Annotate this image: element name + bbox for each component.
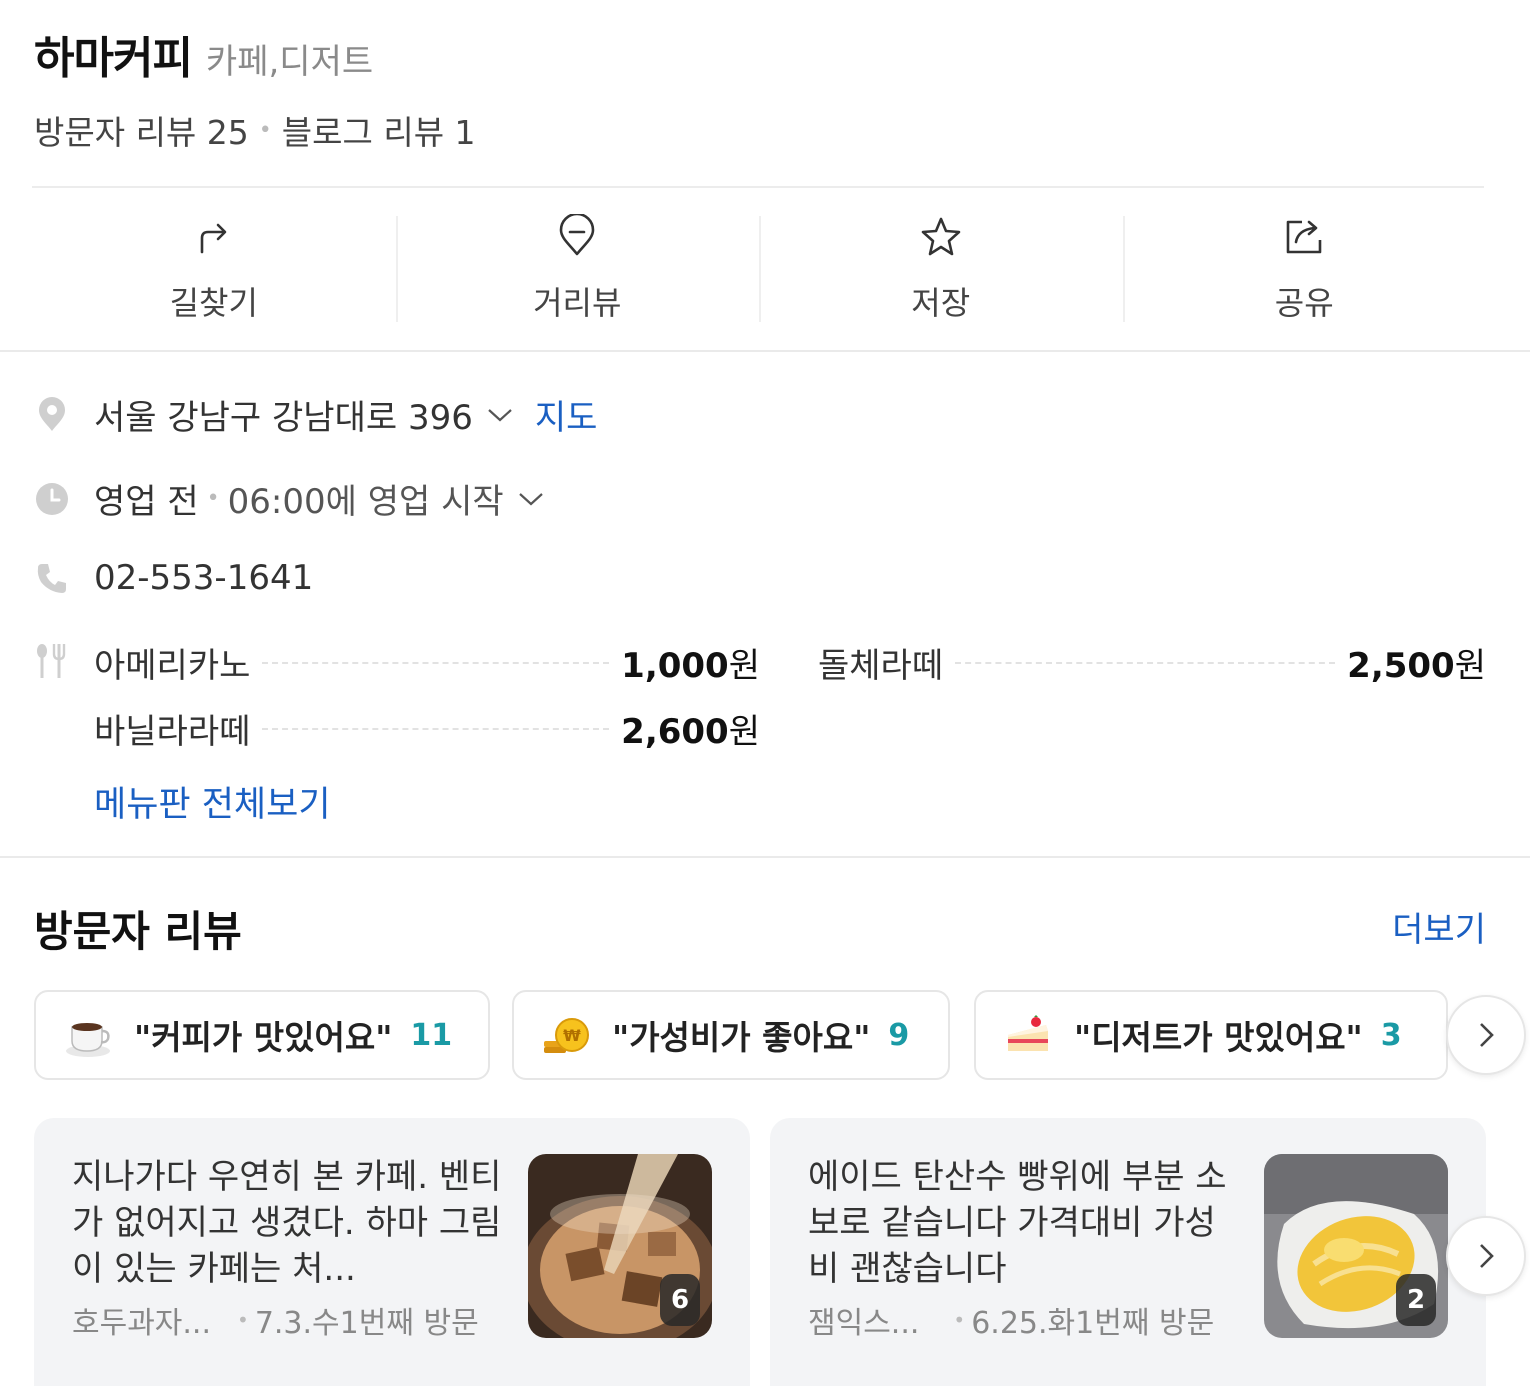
directions-icon [200,223,227,254]
photo-count-badge: 6 [660,1274,700,1326]
keyword-next-button[interactable] [1446,995,1526,1075]
keyword-chip[interactable]: ₩ "가성비가 좋아요" 9 [512,990,950,1080]
keyword-chip[interactable]: "커피가 맛있어요" 11 [34,990,490,1080]
phone-icon [37,564,66,593]
pin-outline-icon [559,214,595,256]
place-page: 하마커피 카페,디저트 방문자 리뷰 25 • 블로그 리뷰 1 길찾기 거리뷰 [0,0,1530,1386]
divider [32,186,1484,188]
separator-dot: • [206,486,220,511]
review-date: 6.25.화 [971,1306,1076,1341]
menu-item-price: 2,600원 [621,712,760,752]
keyword-text: "디저트가 맛있어요" [1074,1018,1363,1057]
action-bar: 길찾기 거리뷰 저장 공유 [32,190,1486,348]
separator-dot: • [237,1308,249,1332]
review-text: 에이드 탄산수 빵위에 부분 소보로 같습니다 가격대비 가성비 괜찮습니다 [808,1157,1227,1289]
review-author: 잼익스... [808,1306,920,1341]
menu-item: 돌체라떼 2,500원 [818,638,1486,687]
star-icon [921,217,961,256]
chevron-down-icon[interactable] [487,406,513,424]
clock-icon [36,482,68,515]
keyword-text: "가성비가 좋아요" [612,1018,871,1057]
chevron-right-icon [1480,1023,1494,1047]
review-date: 7.3.수 [254,1306,340,1341]
dotted-leader [262,727,610,730]
menu-item-price: 2,500원 [1347,646,1486,686]
section-divider [0,350,1530,352]
reviews-section-title: 방문자 리뷰 [34,907,242,956]
save-button[interactable]: 저장 [759,190,1123,348]
blog-review-link[interactable]: 블로그 리뷰 1 [282,106,476,154]
review-text: 지나가다 우연히 본 카페. 벤티가 없어지고 생겼다. 하마 그림이 있는 카… [72,1157,502,1289]
review-card[interactable]: 에이드 탄산수 빵위에 부분 소보로 같습니다 가격대비 가성비 괜찮습니다 2… [770,1118,1486,1386]
business-status: 영업 전 [94,482,199,522]
cake-icon [1008,1015,1048,1051]
menu-item: 바닐라라떼 2,600원 [94,704,760,753]
menu-item-name: 돌체라떼 [818,646,944,686]
review-photo[interactable]: 2 [1264,1154,1448,1338]
separator-dot: • [258,117,272,143]
coins-icon: ₩ [544,1018,589,1053]
reviews-more-link[interactable]: 더보기 [1392,902,1486,951]
review-counts: 방문자 리뷰 25 • 블로그 리뷰 1 [34,106,1486,154]
chevron-down-icon[interactable] [518,490,544,508]
keyword-count: 3 [1380,1017,1402,1053]
review-meta: 잼익스... • 6.25.화 1번째 방문 [808,1298,1214,1342]
dotted-leader [955,661,1336,664]
business-hours: 06:00에 영업 시작 [227,482,504,522]
phone-number[interactable]: 02-553-1641 [94,558,313,598]
save-label: 저장 [911,284,971,322]
svg-text:₩: ₩ [563,1026,581,1045]
place-category: 카페,디저트 [205,42,374,82]
address-row: 서울 강남구 강남대로 396 지도 [34,390,597,439]
section-divider [0,856,1530,858]
coffee-cup-icon [66,1023,110,1057]
separator-dot: • [953,1308,966,1332]
directions-label: 길찾기 [169,284,258,322]
phone-row: 02-553-1641 [34,558,313,598]
keyword-count: 9 [888,1017,910,1053]
menu-item-name: 아메리카노 [94,646,251,686]
title-row: 하마커피 카페,디저트 [34,22,1486,86]
review-meta: 호두과자... • 7.3.수 1번째 방문 [72,1298,479,1342]
location-pin-icon [39,396,65,431]
review-card[interactable]: 지나가다 우연히 본 카페. 벤티가 없어지고 생겼다. 하마 그림이 있는 카… [34,1118,750,1386]
share-button[interactable]: 공유 [1122,190,1487,348]
chevron-right-icon [1480,1244,1494,1268]
keyword-text: "커피가 맛있어요" [134,1018,393,1057]
streetview-button[interactable]: 거리뷰 [395,190,760,348]
streetview-label: 거리뷰 [533,284,622,322]
keyword-chip[interactable]: "디저트가 맛있어요" 3 [974,990,1448,1080]
share-icon [1286,220,1322,254]
menu-item-price: 1,000원 [621,646,760,686]
share-label: 공유 [1274,284,1334,322]
photo-count-badge: 2 [1396,1274,1436,1326]
review-next-button[interactable] [1446,1216,1526,1296]
review-visit-count: 1번째 방문 [1075,1306,1215,1341]
visitor-review-link[interactable]: 방문자 리뷰 25 [34,106,249,154]
place-name: 하마커피 [34,33,193,84]
review-author: 호두과자... [72,1306,212,1341]
menu-item-name: 바닐라라떼 [94,712,251,752]
map-link[interactable]: 지도 [535,390,598,439]
place-header: 하마커피 카페,디저트 방문자 리뷰 25 • 블로그 리뷰 1 [34,22,1486,154]
menu-item: 아메리카노 1,000원 [94,638,760,687]
dotted-leader [262,661,610,664]
review-photo[interactable]: 6 [528,1154,712,1338]
utensils-icon [37,644,66,678]
view-full-menu-link[interactable]: 메뉴판 전체보기 [94,776,331,827]
keyword-count: 11 [410,1017,453,1053]
hours-row[interactable]: 영업 전 • 06:00에 영업 시작 [34,474,544,523]
directions-button[interactable]: 길찾기 [32,190,396,348]
address-text: 서울 강남구 강남대로 396 [94,398,473,438]
review-visit-count: 1번째 방문 [339,1306,479,1341]
